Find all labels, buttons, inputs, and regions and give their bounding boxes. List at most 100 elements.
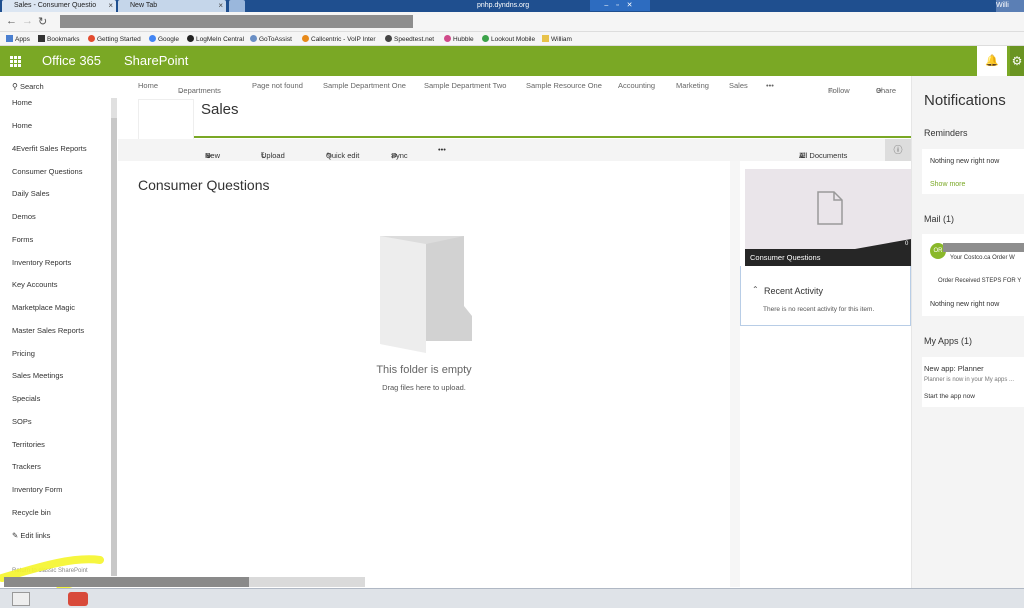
topnav-more[interactable]: ••• <box>766 81 774 90</box>
header-divider <box>194 136 911 138</box>
close-icon[interactable]: × <box>218 0 223 12</box>
topnav-marketing[interactable]: Marketing <box>676 81 709 90</box>
profile-name[interactable]: Willi <box>996 0 1024 12</box>
left-nav-scrollbar[interactable] <box>111 98 117 576</box>
nav-item-recycle-bin[interactable]: Recycle bin <box>12 508 51 517</box>
app-launcher-icon[interactable] <box>0 46 31 76</box>
top-navigation: Home Departments ⌄ Page not found Sample… <box>118 76 911 96</box>
search-icon: ⚲ <box>12 82 18 91</box>
url-field[interactable] <box>60 15 413 28</box>
reload-icon[interactable]: ↻ <box>38 15 47 28</box>
follow-label: Follow <box>828 86 850 95</box>
mail-subject: Your Costco.ca Order W <box>950 255 1015 261</box>
bookmark-apps[interactable]: Apps <box>6 35 30 43</box>
topnav-sample-resource-one[interactable]: Sample Resource One <box>526 81 602 90</box>
document-icon <box>817 191 843 225</box>
departments-label: Departments <box>178 86 221 95</box>
bookmark-google[interactable]: Google <box>149 35 179 43</box>
folder-preview-card[interactable]: 0 Consumer Questions <box>745 169 911 266</box>
myapps-header: My Apps (1) <box>924 336 973 346</box>
browser-tab-new[interactable]: New Tab × <box>118 0 226 12</box>
library-main: Consumer Questions This folder is empty … <box>118 161 740 587</box>
horizontal-scrollbar[interactable] <box>4 577 365 587</box>
quick-edit-label: Quick edit <box>326 151 360 160</box>
topnav-sample-dept-one[interactable]: Sample Department One <box>323 81 406 90</box>
site-title[interactable]: Sales <box>201 101 239 118</box>
bell-icon[interactable]: 🔔 <box>977 46 1007 76</box>
topnav-page-not-found[interactable]: Page not found <box>252 81 303 90</box>
topnav-accounting[interactable]: Accounting <box>618 81 655 90</box>
tab-label: Sales - Consumer Questio <box>14 2 97 9</box>
nav-item-pricing[interactable]: Pricing <box>12 349 35 358</box>
nav-item-daily-sales[interactable]: Daily Sales <box>12 189 50 198</box>
browser-tab-strip: Sales - Consumer Questio × New Tab × pnh… <box>0 0 1024 12</box>
nav-item-marketplace-magic[interactable]: Marketplace Magic <box>12 303 75 312</box>
sharepoint-brand[interactable]: SharePoint <box>124 53 188 68</box>
bookmarks-bar: Apps Bookmarks Getting Started Google Lo… <box>0 32 1024 46</box>
nav-item-demos[interactable]: Demos <box>12 212 36 221</box>
browser-tab-active[interactable]: Sales - Consumer Questio × <box>2 0 116 12</box>
close-icon[interactable]: × <box>108 0 113 12</box>
recent-activity-header[interactable]: Recent Activity <box>764 286 823 296</box>
window-title: pnhp.dyndns.org <box>477 2 530 9</box>
edit-links-label: Edit links <box>20 531 51 540</box>
main-scrollbar[interactable] <box>730 161 740 587</box>
nav-item-consumer-questions[interactable]: Consumer Questions <box>12 167 82 176</box>
nav-item-inventory-form[interactable]: Inventory Form <box>12 485 62 494</box>
topnav-sales[interactable]: Sales <box>729 81 748 90</box>
scrollbar-thumb[interactable] <box>111 118 117 576</box>
show-more-link[interactable]: Show more <box>930 181 965 188</box>
chevron-up-icon[interactable]: ⌃ <box>752 285 759 294</box>
nav-item-sops[interactable]: SOPs <box>12 417 32 426</box>
nav-item-sales-meetings[interactable]: Sales Meetings <box>12 371 63 380</box>
suite-bar: Office 365 SharePoint 🔔 ⚙ <box>0 46 1024 76</box>
nav-item-home-top[interactable]: Home <box>12 98 32 107</box>
bookmark-william[interactable]: William <box>542 35 572 43</box>
more-commands-button[interactable]: ••• <box>438 145 446 154</box>
back-icon[interactable]: ← <box>6 15 17 27</box>
bookmark-logmein[interactable]: LogMeIn Central <box>187 35 244 43</box>
address-bar-row: ← → ↻ <box>0 12 1024 32</box>
nav-item-trackers[interactable]: Trackers <box>12 462 41 471</box>
forward-icon[interactable]: → <box>22 15 33 27</box>
card-corner <box>855 239 911 249</box>
bookmark-getting-started[interactable]: Getting Started <box>88 35 141 43</box>
bookmark-callcentric[interactable]: Callcentric - VoIP Inter <box>302 35 376 43</box>
nav-item-home[interactable]: Home <box>12 121 32 130</box>
info-icon[interactable]: ⓘ <box>885 139 911 161</box>
sync-label: Sync <box>391 151 408 160</box>
window-controls[interactable]: – ▫ ✕ <box>590 0 650 11</box>
bookmark-gotoassist[interactable]: GoToAssist <box>250 35 292 43</box>
horizontal-scrollbar-thumb[interactable] <box>4 577 249 587</box>
nav-item-territories[interactable]: Territories <box>12 440 45 449</box>
chevron-down-icon: ⌄ <box>178 86 185 95</box>
nav-item-inventory-reports[interactable]: Inventory Reports <box>12 258 71 267</box>
view-label: All Documents <box>799 151 848 160</box>
nav-item-4everfit[interactable]: 4Everfit Sales Reports <box>12 144 87 153</box>
nav-item-specials[interactable]: Specials <box>12 394 40 403</box>
start-app-link[interactable]: Start the app now <box>924 393 975 400</box>
bookmark-lookout[interactable]: Lookout Mobile <box>482 35 535 43</box>
gear-icon[interactable]: ⚙ <box>1010 46 1024 76</box>
office365-brand[interactable]: Office 365 <box>42 53 101 68</box>
nav-item-forms[interactable]: Forms <box>12 235 33 244</box>
bookmark-hubble[interactable]: Hubble <box>444 35 474 43</box>
nav-item-master-sales-reports[interactable]: Master Sales Reports <box>12 326 84 335</box>
reminders-empty: Nothing new right now <box>930 158 1000 165</box>
os-taskbar <box>0 588 1024 608</box>
notifications-pane: Notifications Reminders Nothing new righ… <box>911 76 1024 588</box>
recent-activity-empty: There is no recent activity for this ite… <box>763 306 875 313</box>
recent-activity-section: ⌃ Recent Activity There is no recent act… <box>740 266 911 326</box>
topnav-home[interactable]: Home <box>138 81 158 90</box>
chrome-icon[interactable] <box>68 592 88 606</box>
bookmark-bookmarks[interactable]: Bookmarks <box>38 35 80 43</box>
taskbar-desktop-icon[interactable] <box>12 592 30 606</box>
bookmark-speedtest[interactable]: Speedtest.net <box>385 35 434 43</box>
topnav-sample-dept-two[interactable]: Sample Department Two <box>424 81 506 90</box>
chevron-down-icon: ⌄ <box>261 151 268 160</box>
new-tab-button[interactable] <box>229 0 245 12</box>
edit-links[interactable]: ✎ Edit links <box>12 531 50 540</box>
nav-item-key-accounts[interactable]: Key Accounts <box>12 280 57 289</box>
search-box[interactable]: ⚲ Search <box>12 82 44 91</box>
search-label: Search <box>19 82 44 91</box>
